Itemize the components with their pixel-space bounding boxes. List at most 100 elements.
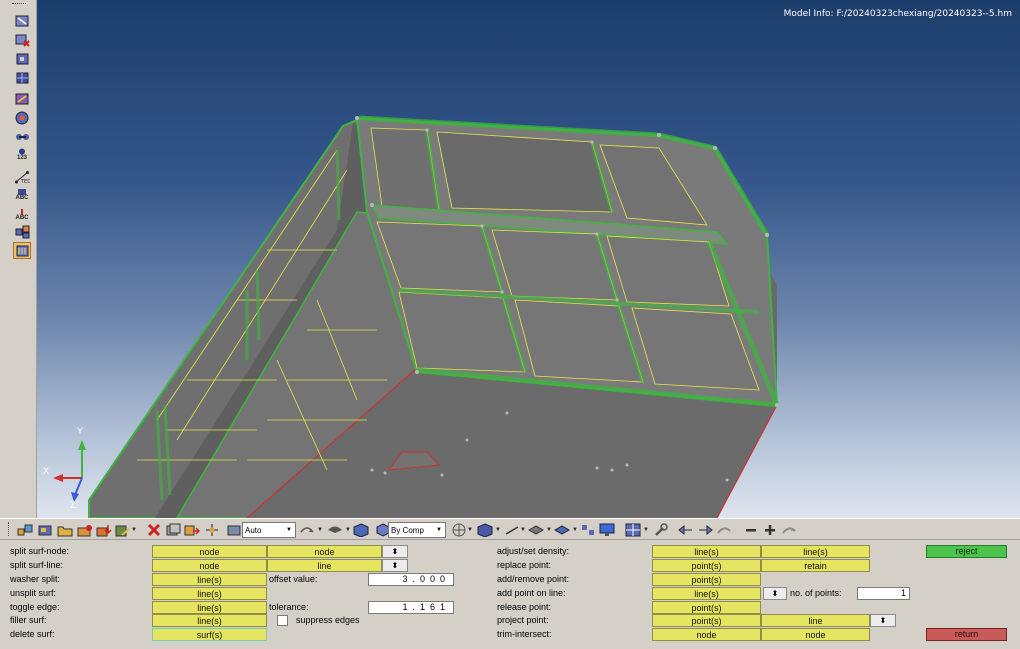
trim-intersect-label: trim-intersect:	[497, 629, 552, 639]
tags-icon[interactable]: ABC	[13, 186, 31, 203]
distance-icon[interactable]: TED	[13, 168, 31, 185]
unsplit-surf-label: unsplit surf:	[10, 588, 57, 598]
layout-icon[interactable]	[624, 522, 642, 538]
line-dropdown-icon[interactable]: ▼	[519, 522, 527, 538]
delete-surf-label: delete surf:	[10, 629, 55, 639]
toolbar-grip[interactable]	[8, 522, 12, 536]
zoom-out-icon[interactable]	[742, 522, 760, 538]
left-toolbar: 123 TED ABC ABC	[0, 0, 37, 518]
export-icon[interactable]	[95, 522, 113, 538]
defeature-icon[interactable]	[13, 50, 31, 67]
transform-icon[interactable]	[203, 522, 221, 538]
layout-dropdown-icon[interactable]: ▼	[642, 522, 650, 538]
suppress-edges-checkbox[interactable]	[277, 615, 288, 626]
split-surf-line-selector[interactable]: ⬍	[382, 559, 408, 572]
washer-split-button[interactable]: line(s)	[152, 573, 267, 586]
shaded-dropdown-icon[interactable]: ▼	[494, 522, 502, 538]
solid-display-icon[interactable]	[553, 522, 571, 538]
no-of-points-field[interactable]: 1	[857, 587, 910, 600]
shaded-elements-icon[interactable]	[476, 522, 494, 538]
axis-x-label: X	[43, 466, 50, 476]
retain-button[interactable]: retain	[761, 559, 870, 572]
geom-cleanup-icon[interactable]	[13, 109, 31, 126]
adjust-density-button-2[interactable]: line(s)	[761, 545, 870, 558]
lighting-dropdown-icon[interactable]: ▼	[344, 522, 352, 538]
midsurface-icon[interactable]	[13, 69, 31, 86]
rotate-dropdown-icon[interactable]: ▼	[316, 522, 324, 538]
utility-wrench-icon[interactable]	[652, 522, 670, 538]
reject-button[interactable]: reject	[926, 545, 1007, 558]
toolbar-grip[interactable]	[12, 3, 26, 6]
trim-intersect-button-1[interactable]: node	[652, 628, 761, 641]
split-surf-node-selector[interactable]: ⬍	[382, 545, 408, 558]
label-icon[interactable]: ABC	[13, 206, 31, 223]
washer-split-label: washer split:	[10, 574, 61, 584]
release-point-label: release point:	[497, 602, 552, 612]
redo-arrow-icon[interactable]	[696, 522, 714, 538]
color-by-value: By Comp	[391, 525, 424, 535]
offset-value-label: offset value:	[269, 574, 318, 584]
add-remove-point-button[interactable]: point(s)	[652, 573, 761, 586]
split-surf-node-button-1[interactable]: node	[152, 545, 267, 558]
split-surf-line-label: split surf-line:	[10, 560, 64, 570]
surface-display-icon[interactable]	[527, 522, 545, 538]
open-model-icon[interactable]	[56, 522, 74, 538]
organize-icon[interactable]	[183, 522, 201, 538]
save-dropdown-icon[interactable]: ▼	[130, 522, 138, 538]
assembly-icon[interactable]	[13, 223, 31, 240]
up-down-icon: ⬍	[391, 547, 399, 556]
dimension-icon[interactable]	[13, 90, 31, 107]
label-icon-text: ABC	[15, 214, 29, 221]
project-point-label: project point:	[497, 615, 549, 625]
monitor-icon[interactable]	[598, 522, 616, 538]
project-point-button-1[interactable]: point(s)	[652, 614, 761, 627]
graphics-viewport[interactable]: Model Info: F:/20240323chexiang/20240323…	[37, 0, 1020, 518]
rotate-icon[interactable]	[298, 522, 316, 538]
surface-edit-icon[interactable]	[13, 12, 31, 29]
adjust-density-button-1[interactable]: line(s)	[652, 545, 761, 558]
mask-icon[interactable]	[164, 522, 182, 538]
numbers-icon[interactable]: 123	[13, 146, 31, 163]
zoom-in-icon[interactable]	[761, 522, 779, 538]
surface-dropdown-icon[interactable]: ▼	[545, 522, 553, 538]
shaded-mode-icon[interactable]	[227, 522, 241, 538]
display-mode-select[interactable]: Auto ▼	[242, 522, 296, 538]
fit-view-icon[interactable]	[780, 522, 798, 538]
solid-dropdown-icon[interactable]: ▼	[571, 522, 579, 538]
3d-view-icon[interactable]	[352, 522, 370, 538]
offset-value-field[interactable]: 3.000	[368, 573, 454, 586]
wireframe-dropdown-icon[interactable]: ▼	[466, 522, 474, 538]
split-surf-line-button-1[interactable]: node	[152, 559, 267, 572]
tags-icon-text: ABC	[15, 194, 29, 201]
topology-icon[interactable]	[579, 522, 597, 538]
split-surf-node-button-2[interactable]: node	[267, 545, 382, 558]
replace-point-button[interactable]: point(s)	[652, 559, 761, 572]
split-surf-line-button-2[interactable]: line	[267, 559, 382, 572]
project-point-button-2[interactable]: line	[761, 614, 870, 627]
unsplit-surf-button[interactable]: line(s)	[152, 587, 267, 600]
release-point-button[interactable]: point(s)	[652, 601, 761, 614]
add-point-on-line-button[interactable]: line(s)	[652, 587, 761, 600]
toggle-edge-button[interactable]: line(s)	[152, 601, 267, 614]
trim-intersect-button-2[interactable]: node	[761, 628, 870, 641]
surface-delete-icon[interactable]	[13, 31, 31, 48]
return-button[interactable]: return	[926, 628, 1007, 641]
model-geometry	[53, 115, 780, 518]
model-browser-icon[interactable]	[36, 522, 54, 538]
lighting-icon[interactable]	[326, 522, 344, 538]
quick-edit-icon[interactable]	[13, 242, 31, 259]
filler-surf-button[interactable]: line(s)	[152, 614, 267, 627]
color-by-select[interactable]: By Comp ▼	[388, 522, 446, 538]
components-icon[interactable]	[16, 522, 34, 538]
project-point-selector[interactable]: ⬍	[870, 614, 896, 627]
import-icon[interactable]	[76, 522, 94, 538]
axis-triad	[53, 440, 86, 502]
tolerance-field[interactable]: 1.161	[368, 601, 454, 614]
points-selector[interactable]: ⬍	[763, 587, 787, 600]
previous-view-icon[interactable]	[715, 522, 733, 538]
undo-arrow-icon[interactable]	[677, 522, 695, 538]
svg-text:TED: TED	[20, 179, 30, 184]
connectors-icon[interactable]	[13, 128, 31, 145]
delete-icon[interactable]	[145, 522, 163, 538]
delete-surf-button[interactable]: surf(s)	[152, 628, 267, 641]
